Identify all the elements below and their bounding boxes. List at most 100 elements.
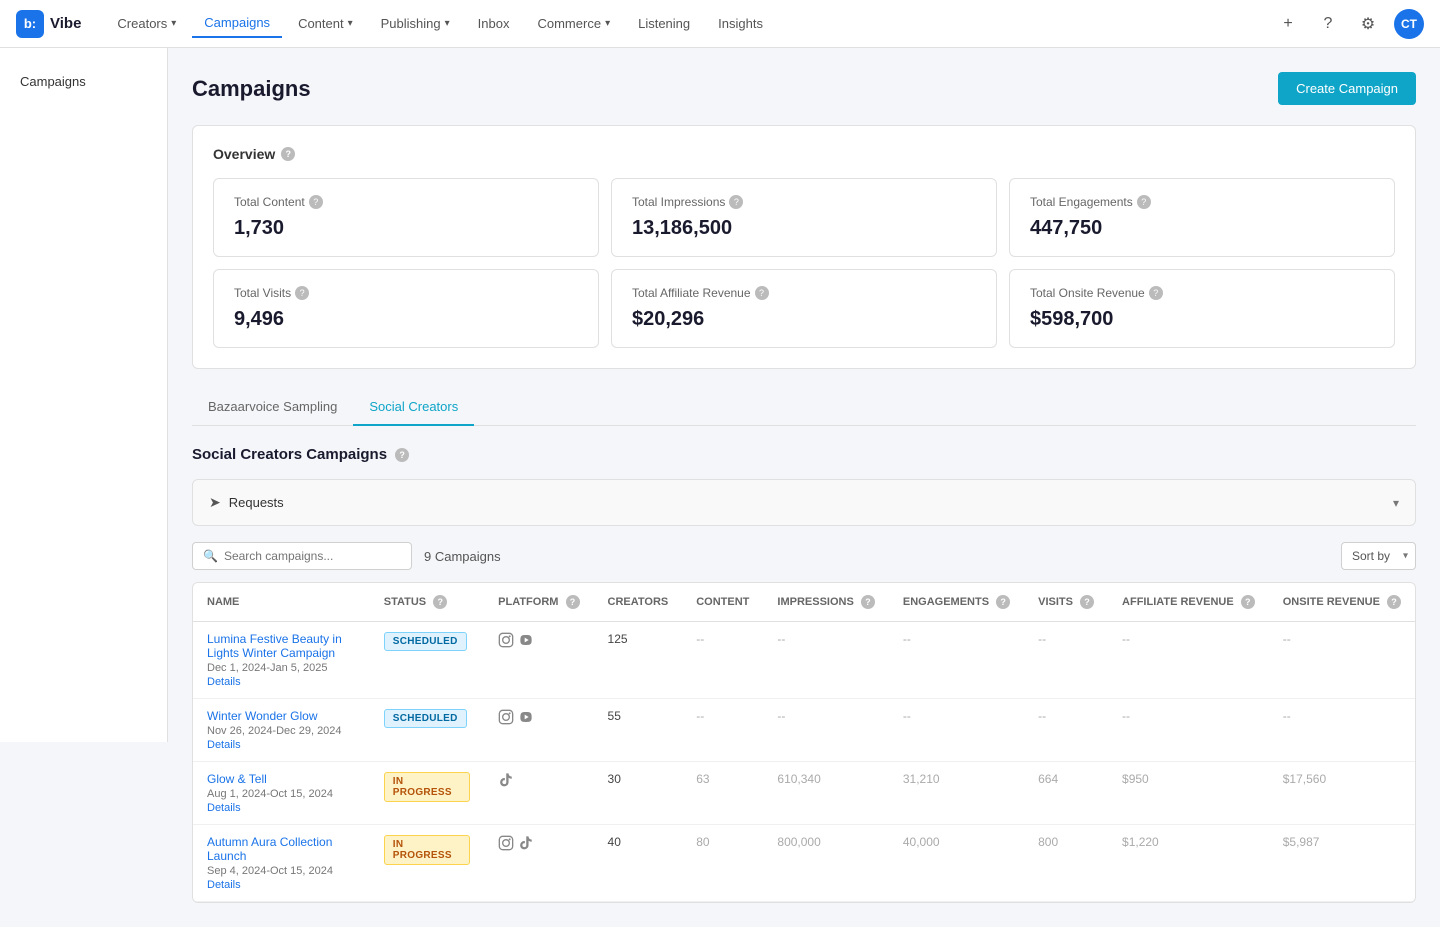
campaign-count: 9 Campaigns: [424, 549, 501, 564]
campaign-name-link[interactable]: Lumina Festive Beauty in Lights Winter C…: [207, 632, 356, 660]
td-platform: [484, 762, 593, 825]
stat-total-impressions: Total Impressions ? 13,186,500: [611, 178, 997, 257]
campaign-name-link[interactable]: Glow & Tell: [207, 772, 356, 786]
stat-info-icon[interactable]: ?: [1137, 195, 1151, 209]
send-icon: ➤: [209, 494, 221, 511]
status-badge: SCHEDULED: [384, 709, 467, 728]
td-platform: [484, 699, 593, 762]
stat-info-icon[interactable]: ?: [1149, 286, 1163, 300]
td-impressions: --: [763, 622, 888, 699]
td-affiliate-revenue: --: [1108, 622, 1269, 699]
nav-item-commerce[interactable]: Commerce ▾: [525, 10, 622, 37]
overview-section: Overview ? Total Content ? 1,730 Total I…: [192, 125, 1416, 369]
platform-icons: [498, 632, 579, 648]
table-row: Lumina Festive Beauty in Lights Winter C…: [193, 622, 1415, 699]
th-visits: VISITS ?: [1024, 583, 1108, 622]
status-badge: IN PROGRESS: [384, 772, 470, 802]
td-engagements: 31,210: [889, 762, 1024, 825]
campaign-details-link[interactable]: Details: [207, 802, 356, 814]
avatar[interactable]: CT: [1394, 9, 1424, 39]
campaign-tabs: Bazaarvoice Sampling Social Creators: [192, 389, 1416, 426]
nav-item-creators[interactable]: Creators ▾: [105, 10, 188, 37]
top-navigation: b: Vibe Creators ▾ Campaigns Content ▾ P…: [0, 0, 1440, 48]
search-input[interactable]: [224, 549, 401, 563]
stat-onsite-revenue: Total Onsite Revenue ? $598,700: [1009, 269, 1395, 348]
chevron-down-icon: ▾: [605, 18, 610, 29]
td-status: SCHEDULED: [370, 622, 484, 699]
th-info-icon[interactable]: ?: [861, 595, 875, 609]
th-info-icon[interactable]: ?: [996, 595, 1010, 609]
td-creators: 125: [594, 622, 683, 699]
td-content: 63: [682, 762, 763, 825]
th-info-icon[interactable]: ?: [566, 595, 580, 609]
help-button[interactable]: ?: [1314, 10, 1342, 38]
th-info-icon[interactable]: ?: [1080, 595, 1094, 609]
stat-total-visits: Total Visits ? 9,496: [213, 269, 599, 348]
campaign-name-link[interactable]: Autumn Aura Collection Launch: [207, 835, 356, 863]
logo-icon: b:: [16, 10, 44, 38]
td-affiliate-revenue: $1,220: [1108, 825, 1269, 902]
td-name: Autumn Aura Collection Launch Sep 4, 202…: [193, 825, 370, 902]
td-content: 80: [682, 825, 763, 902]
social-creators-title: Social Creators Campaigns ?: [192, 446, 1416, 463]
td-status: IN PROGRESS: [370, 825, 484, 902]
nav-item-campaigns[interactable]: Campaigns: [192, 9, 282, 38]
tab-social-creators[interactable]: Social Creators: [353, 389, 474, 426]
td-creators: 30: [594, 762, 683, 825]
status-badge: SCHEDULED: [384, 632, 467, 651]
sidebar: Campaigns: [0, 48, 168, 742]
search-icon: 🔍: [203, 549, 218, 563]
campaign-date: Aug 1, 2024-Oct 15, 2024: [207, 788, 356, 800]
stat-info-icon[interactable]: ?: [729, 195, 743, 209]
campaign-details-link[interactable]: Details: [207, 879, 356, 891]
stat-info-icon[interactable]: ?: [309, 195, 323, 209]
stat-info-icon[interactable]: ?: [295, 286, 309, 300]
accordion-header[interactable]: ➤ Requests ▾: [193, 480, 1415, 525]
stat-total-engagements: Total Engagements ? 447,750: [1009, 178, 1395, 257]
nav-item-listening[interactable]: Listening: [626, 10, 702, 37]
nav-item-insights[interactable]: Insights: [706, 10, 775, 37]
main-layout: Campaigns Campaigns Create Campaign Over…: [0, 48, 1440, 927]
status-badge: IN PROGRESS: [384, 835, 470, 865]
requests-accordion: ➤ Requests ▾: [192, 479, 1416, 526]
overview-title: Overview ?: [213, 146, 1395, 162]
overview-info-icon[interactable]: ?: [281, 147, 295, 161]
td-status: SCHEDULED: [370, 699, 484, 762]
campaign-details-link[interactable]: Details: [207, 676, 356, 688]
nav-item-content[interactable]: Content ▾: [286, 10, 365, 37]
section-info-icon[interactable]: ?: [395, 448, 409, 462]
create-campaign-button[interactable]: Create Campaign: [1278, 72, 1416, 105]
th-info-icon[interactable]: ?: [433, 595, 447, 609]
sidebar-item-campaigns[interactable]: Campaigns: [0, 64, 167, 99]
add-button[interactable]: +: [1274, 10, 1302, 38]
th-info-icon[interactable]: ?: [1387, 595, 1401, 609]
campaigns-table: NAME STATUS ? PLATFORM ? CREAT: [192, 582, 1416, 903]
stat-total-content: Total Content ? 1,730: [213, 178, 599, 257]
sort-select[interactable]: Sort by: [1341, 542, 1416, 570]
settings-button[interactable]: ⚙: [1354, 10, 1382, 38]
chevron-down-icon: ▾: [1393, 496, 1399, 510]
table-head: NAME STATUS ? PLATFORM ? CREAT: [193, 583, 1415, 622]
stat-affiliate-revenue: Total Affiliate Revenue ? $20,296: [611, 269, 997, 348]
campaign-details-link[interactable]: Details: [207, 739, 356, 751]
td-visits: 664: [1024, 762, 1108, 825]
campaign-name-link[interactable]: Winter Wonder Glow: [207, 709, 356, 723]
page-header: Campaigns Create Campaign: [192, 72, 1416, 105]
logo[interactable]: b: Vibe: [16, 10, 81, 38]
stat-info-icon[interactable]: ?: [755, 286, 769, 300]
chevron-down-icon: ▾: [445, 18, 450, 29]
search-box: 🔍: [192, 542, 412, 570]
logo-text: Vibe: [50, 15, 81, 32]
nav-item-publishing[interactable]: Publishing ▾: [369, 10, 462, 37]
nav-item-inbox[interactable]: Inbox: [466, 10, 522, 37]
td-content: --: [682, 699, 763, 762]
th-info-icon[interactable]: ?: [1241, 595, 1255, 609]
campaign-date: Sep 4, 2024-Oct 15, 2024: [207, 865, 356, 877]
td-name: Glow & Tell Aug 1, 2024-Oct 15, 2024 Det…: [193, 762, 370, 825]
td-engagements: 40,000: [889, 825, 1024, 902]
table-body: Lumina Festive Beauty in Lights Winter C…: [193, 622, 1415, 902]
tab-bazaarvoice-sampling[interactable]: Bazaarvoice Sampling: [192, 389, 353, 426]
th-creators: CREATORS: [594, 583, 683, 622]
table-header-row: NAME STATUS ? PLATFORM ? CREAT: [193, 583, 1415, 622]
main-content: Campaigns Create Campaign Overview ? Tot…: [168, 48, 1440, 927]
